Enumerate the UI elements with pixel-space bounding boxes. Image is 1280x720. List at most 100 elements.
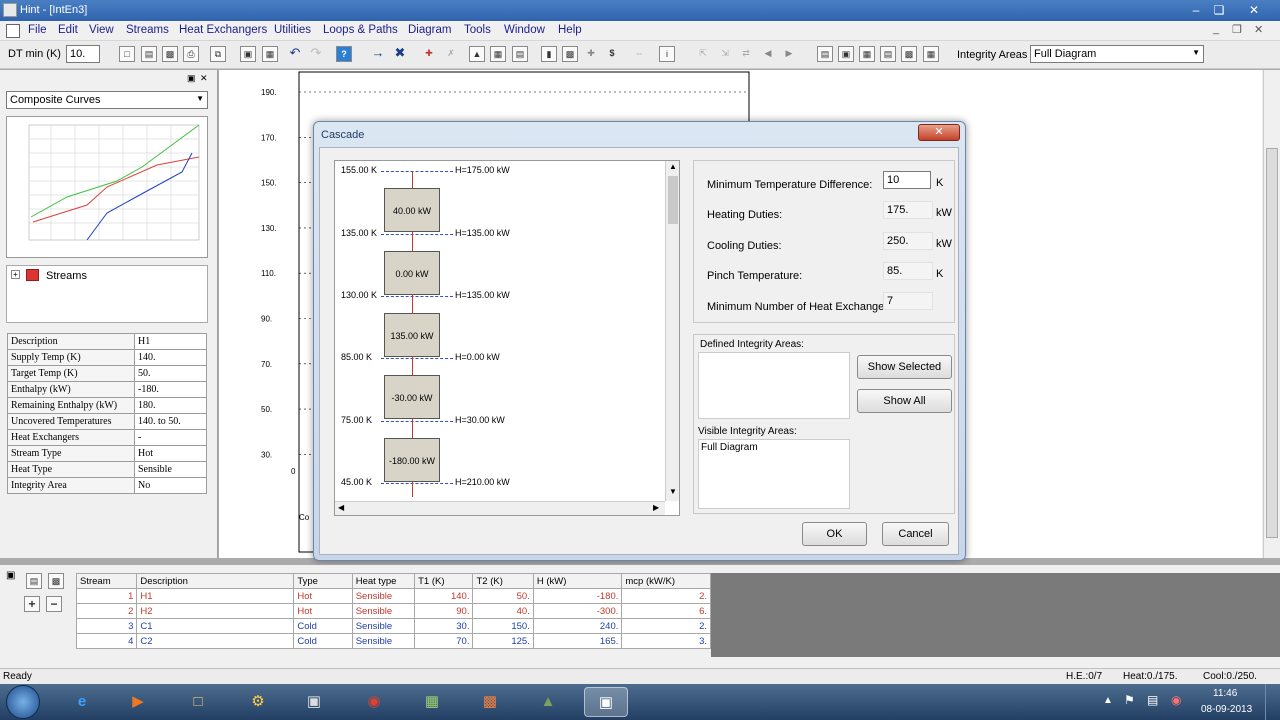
scroll-up-icon[interactable]: ▲ <box>669 162 677 171</box>
tray-arrow-icon[interactable]: ▲ <box>1103 695 1113 706</box>
table-cell[interactable]: 150. <box>472 618 534 634</box>
table-cell[interactable]: 70. <box>414 633 474 649</box>
table-cell[interactable]: 90. <box>414 603 474 619</box>
paste-icon[interactable]: ▤ <box>26 573 42 589</box>
table-cell[interactable]: H2 <box>136 603 295 619</box>
table-cell[interactable]: 165. <box>532 633 623 649</box>
min-temp-input[interactable]: 10 <box>883 171 931 189</box>
chrome-icon[interactable]: ◉ <box>352 687 396 717</box>
layout-icon[interactable]: ▦ <box>262 46 278 62</box>
dt-min-input[interactable]: 10. <box>66 45 100 63</box>
table-cell[interactable]: Sensible <box>351 603 416 619</box>
table-cell[interactable]: 2. <box>621 588 711 604</box>
clock-date[interactable]: 08-09-2013 <box>1201 704 1252 715</box>
menu-heat-exchangers[interactable]: Heat Exchangers <box>179 24 267 36</box>
menu-edit[interactable]: Edit <box>58 24 78 36</box>
menu-tools[interactable]: Tools <box>464 24 491 36</box>
table-cell[interactable]: C1 <box>136 618 295 634</box>
table-cell[interactable]: 2 <box>75 603 138 619</box>
table-row[interactable]: 1 H1 Hot Sensible 140. 50. -180. 2. <box>75 588 711 604</box>
show-selected-button[interactable]: Show Selected <box>857 355 952 379</box>
print-icon[interactable]: ⎙ <box>183 46 199 62</box>
help-icon[interactable]: ? <box>336 46 352 62</box>
save-icon[interactable]: ▩ <box>162 46 178 62</box>
property-row[interactable]: Supply Temp (K) 140. <box>7 349 207 366</box>
property-row[interactable]: Description H1 <box>7 333 207 350</box>
property-row[interactable]: Heat Exchangers - <box>7 429 207 446</box>
column-header[interactable]: Heat type <box>351 573 416 589</box>
menu-loops-paths[interactable]: Loops & Paths <box>323 24 398 36</box>
cancel-button[interactable]: Cancel <box>882 522 949 546</box>
exchanger-icon[interactable]: ✚ <box>421 46 437 62</box>
view6-icon[interactable]: ▦ <box>923 46 939 62</box>
open-icon[interactable]: ▤ <box>141 46 157 62</box>
table-cell[interactable]: 125. <box>472 633 534 649</box>
table-row[interactable]: 2 H2 Hot Sensible 90. 40. -300. 6. <box>75 603 711 619</box>
hint-app-icon[interactable]: ▣ <box>584 687 628 717</box>
defined-areas-list[interactable] <box>698 352 850 419</box>
table-cell[interactable]: H1 <box>136 588 295 604</box>
property-row[interactable]: Enthalpy (kW) -180. <box>7 381 207 398</box>
menu-file[interactable]: File <box>28 24 47 36</box>
pin-icon[interactable]: ▣ <box>187 73 196 84</box>
mdi-close-icon[interactable]: ✕ <box>1254 23 1263 36</box>
table-row[interactable]: 3 C1 Cold Sensible 30. 150. 240. 2. <box>75 618 711 634</box>
split-icon[interactable]: ✖ <box>392 46 408 62</box>
collapse-icon[interactable]: ⇲ <box>717 46 733 62</box>
column-header[interactable]: Stream <box>75 573 138 589</box>
panel-close-icon[interactable]: ✕ <box>200 73 208 84</box>
dollar-icon[interactable]: $ <box>604 46 620 62</box>
vertical-scrollbar[interactable] <box>1263 70 1280 558</box>
diagram-icon[interactable]: ▣ <box>240 46 256 62</box>
scroll-down-icon[interactable]: ▼ <box>669 487 677 496</box>
remove-stream-button[interactable]: − <box>46 596 62 612</box>
grid-icon[interactable]: ▦ <box>490 46 506 62</box>
table-cell[interactable]: 240. <box>532 618 623 634</box>
cascade-vscroll[interactable]: ▲ ▼ <box>665 161 679 501</box>
view4-icon[interactable]: ▤ <box>880 46 896 62</box>
flag-icon[interactable]: ⚑ <box>1124 693 1135 707</box>
next-icon[interactable]: ▶ <box>781 46 797 62</box>
notes-icon[interactable]: ▦ <box>410 687 454 717</box>
tool-icon[interactable]: ⚙ <box>236 687 280 717</box>
table-cell[interactable]: Sensible <box>351 633 416 649</box>
property-row[interactable]: Stream Type Hot <box>7 445 207 462</box>
menu-window[interactable]: Window <box>504 24 545 36</box>
table-cell[interactable]: 6. <box>621 603 711 619</box>
table-cell[interactable]: -300. <box>532 603 623 619</box>
minimize-icon[interactable]: – <box>1185 2 1207 18</box>
menu-utilities[interactable]: Utilities <box>274 24 311 36</box>
volume-icon[interactable]: ◉ <box>1171 693 1181 707</box>
table-cell[interactable]: Sensible <box>351 618 416 634</box>
mdi-restore-icon[interactable]: ❐ <box>1232 23 1242 36</box>
visible-area-item[interactable]: Full Diagram <box>701 442 758 453</box>
composite-curves-thumbnail[interactable] <box>6 116 208 258</box>
column-header[interactable]: T1 (K) <box>414 573 474 589</box>
show-all-button[interactable]: Show All <box>857 389 952 413</box>
column-header[interactable]: H (kW) <box>532 573 623 589</box>
clock-time[interactable]: 11:46 <box>1213 688 1237 699</box>
close-icon[interactable]: ✕ <box>1243 2 1265 18</box>
add-stream-button[interactable]: + <box>24 596 40 612</box>
lock-icon[interactable]: ▲ <box>469 46 485 62</box>
expand-icon[interactable]: + <box>11 270 20 279</box>
copy-icon[interactable]: ▩ <box>48 573 64 589</box>
table-cell[interactable]: Sensible <box>351 588 416 604</box>
table-cell[interactable]: C2 <box>136 633 295 649</box>
menu-streams[interactable]: Streams <box>126 24 169 36</box>
maximize-icon[interactable]: ❏ <box>1208 2 1230 18</box>
scrollbar-thumb[interactable] <box>1266 148 1278 538</box>
pin-icon[interactable]: ▣ <box>6 570 15 581</box>
info-icon[interactable]: i <box>659 46 675 62</box>
property-row[interactable]: Remaining Enthalpy (kW) 180. <box>7 397 207 414</box>
view3-icon[interactable]: ▦ <box>859 46 875 62</box>
new-icon[interactable]: □ <box>119 46 135 62</box>
redo-icon[interactable]: ↷ <box>308 46 324 62</box>
fit-icon[interactable]: ⇄ <box>738 46 754 62</box>
table-cell[interactable]: 3. <box>621 633 711 649</box>
view1-icon[interactable]: ▤ <box>817 46 833 62</box>
view-select[interactable]: Composite Curves ▼ <box>6 91 208 109</box>
connect-icon[interactable]: → <box>370 46 386 62</box>
menu-help[interactable]: Help <box>558 24 582 36</box>
visible-areas-list[interactable]: Full Diagram <box>698 439 850 509</box>
